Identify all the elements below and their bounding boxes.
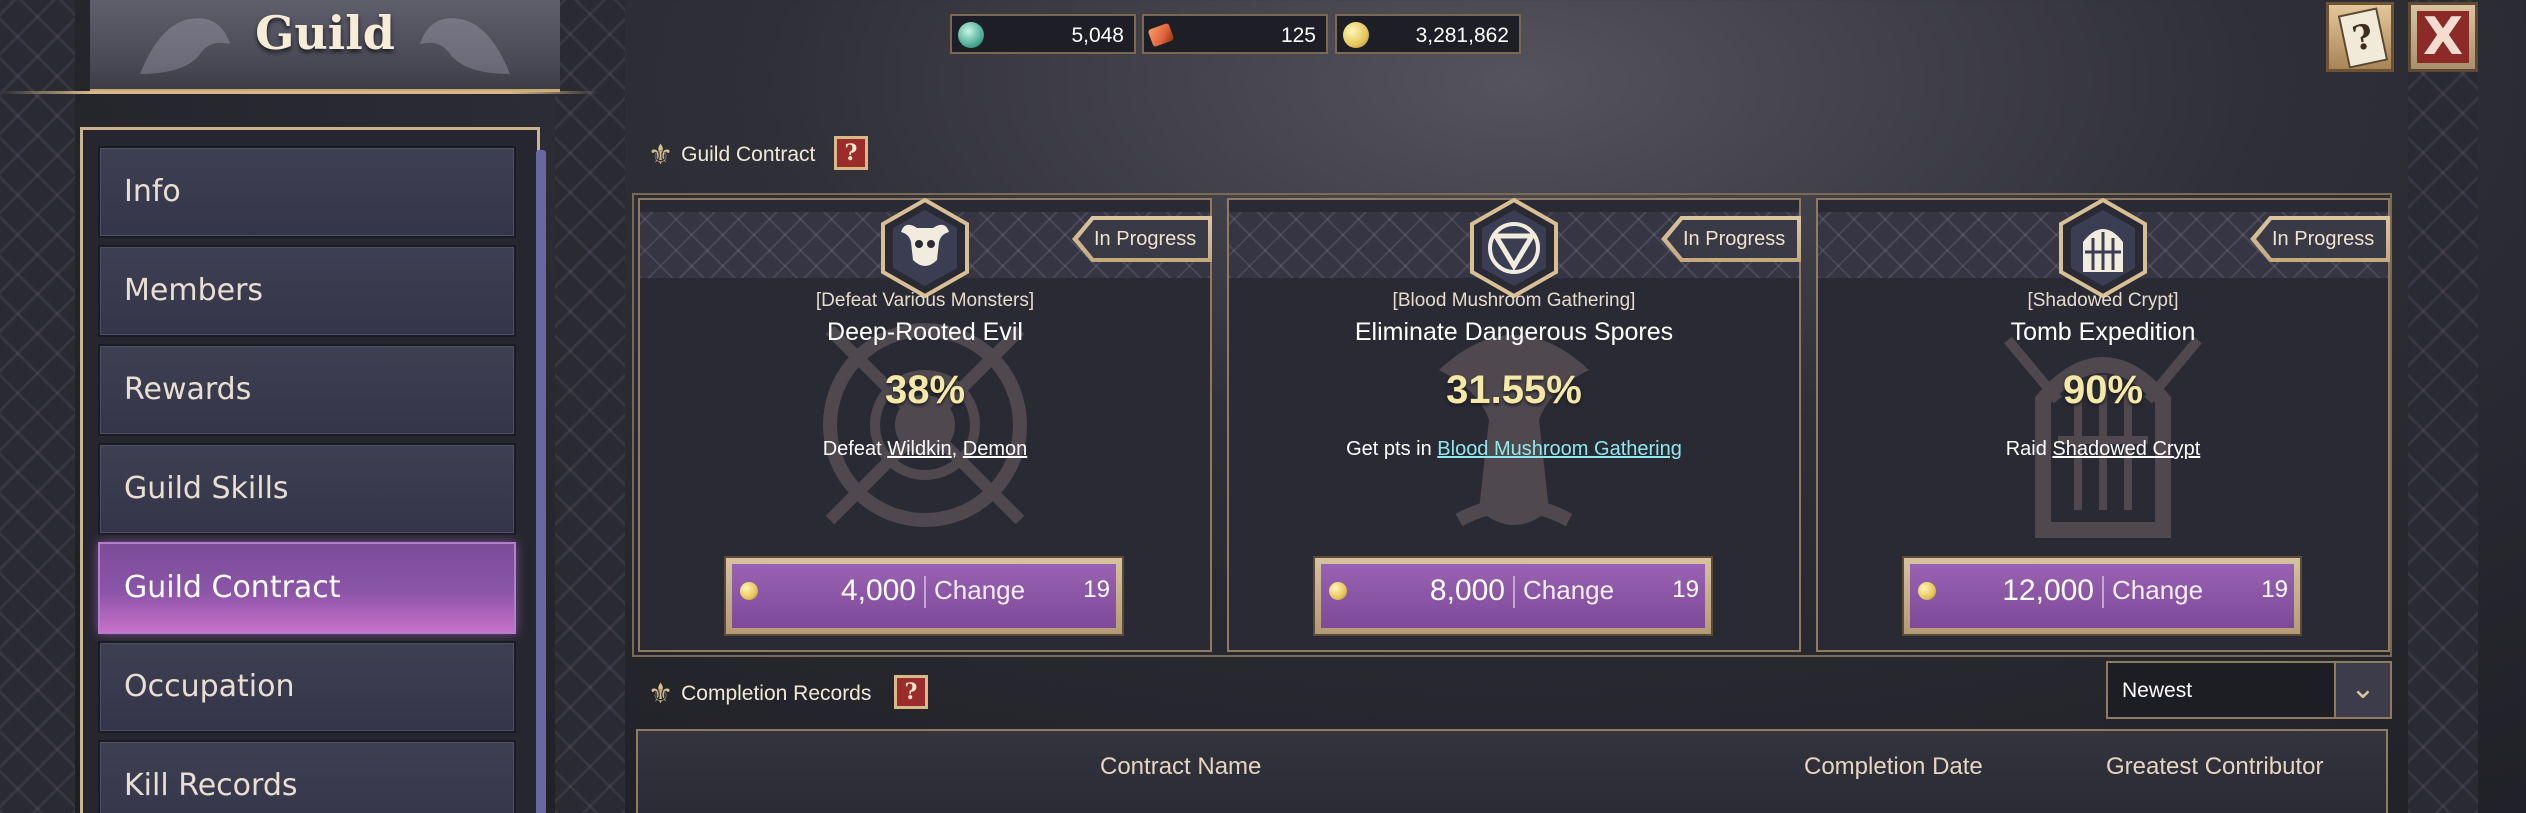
contract-card: In Progress [Defeat Various Monsters] De… <box>638 198 1212 652</box>
objective-link-shadowed-crypt[interactable]: Shadowed Crypt <box>2052 438 2200 460</box>
status-badge-label: In Progress <box>1094 228 1197 250</box>
completion-records-help-button[interactable]: ? <box>894 675 928 709</box>
change-count: 19 <box>2261 576 2288 603</box>
status-badge: In Progress <box>1661 216 1801 262</box>
change-label: Change <box>934 575 1026 605</box>
change-contract-button[interactable]: 8,000 Change 19 <box>1313 556 1713 636</box>
sidebar-item-members[interactable]: Members <box>98 245 516 337</box>
contract-progress: 31.55% <box>1446 368 1582 412</box>
left-ornament-strip <box>0 0 75 813</box>
completion-records-header: ⚜ Completion Records <box>648 677 871 710</box>
triangle-shield-icon <box>1470 198 1558 298</box>
currency-gems-value: 5,048 <box>1071 24 1124 47</box>
contract-name: Deep-Rooted Evil <box>827 318 1023 346</box>
sidebar-item-guild-contract[interactable]: Guild Contract <box>98 542 516 634</box>
sidebar-item-occupation[interactable]: Occupation <box>98 641 516 733</box>
sort-dropdown[interactable]: Newest ⌄ <box>2106 661 2392 719</box>
change-label: Change <box>1523 575 1615 605</box>
guide-book-button[interactable]: ? <box>2326 2 2394 72</box>
change-cost: 8,000 <box>1429 574 1505 607</box>
right-ornament-strip <box>2408 0 2478 813</box>
objective-separator: , <box>951 438 963 460</box>
close-icon: X <box>2417 11 2469 63</box>
chevron-down-icon[interactable]: ⌄ <box>2334 663 2390 717</box>
currency-gems: 5,048 <box>950 14 1136 54</box>
gold-coin-icon <box>740 582 758 600</box>
contract-progress: 90% <box>2062 368 2144 412</box>
status-badge: In Progress <box>2250 216 2390 262</box>
records-table-header: Contract Name Completion Date Greatest C… <box>636 729 2388 813</box>
status-badge-label: In Progress <box>1683 228 1786 250</box>
contract-category: [Defeat Various Monsters] <box>815 290 1035 311</box>
ticket-icon <box>1147 22 1175 48</box>
change-contract-button[interactable]: 12,000 Change 19 <box>1902 556 2302 636</box>
contract-progress: 38% <box>884 368 966 412</box>
currency-gold-value: 3,281,862 <box>1415 24 1509 47</box>
contract-category: [Shadowed Crypt] <box>2027 290 2179 311</box>
fleur-de-lis-icon: ⚜ <box>648 139 674 170</box>
contract-objective: Defeat Wildkin, Demon <box>640 438 1210 461</box>
objective-prefix: Defeat <box>822 438 888 460</box>
currency-tickets: 125 <box>1142 14 1328 54</box>
change-count: 19 <box>1083 576 1110 603</box>
objective-link-demon[interactable]: Demon <box>963 438 1027 460</box>
change-cost: 12,000 <box>2002 574 2094 607</box>
completion-records-label: Completion Records <box>681 682 872 705</box>
contract-name: Tomb Expedition <box>2010 318 2196 346</box>
gold-coin-icon <box>1918 582 1936 600</box>
contract-name: Eliminate Dangerous Spores <box>1354 318 1674 346</box>
contract-category: [Blood Mushroom Gathering] <box>1392 290 1636 311</box>
bull-skull-icon <box>881 198 969 298</box>
column-contract-name: Contract Name <box>1100 753 1262 780</box>
guild-contract-help-button[interactable]: ? <box>834 136 868 170</box>
objective-prefix: Raid <box>2005 438 2053 460</box>
gold-coin-icon <box>1329 582 1347 600</box>
sidebar-item-guild-skills[interactable]: Guild Skills <box>98 443 516 535</box>
title-banner: Guild <box>0 0 600 94</box>
change-divider <box>924 576 926 608</box>
sidebar-item-rewards[interactable]: Rewards <box>98 344 516 436</box>
contract-card: In Progress [Blood Mushroom Gathering] E… <box>1227 198 1801 652</box>
sidebar-scrollbar[interactable] <box>536 150 546 813</box>
fleur-de-lis-icon: ⚜ <box>648 678 674 709</box>
change-contract-button[interactable]: 4,000 Change 19 <box>724 556 1124 636</box>
currency-gold: 3,281,862 <box>1335 14 1521 54</box>
guild-contract-header: ⚜ Guild Contract <box>648 138 815 171</box>
gold-coin-icon <box>1343 22 1369 48</box>
contract-card: In Progress [Shadowed Crypt] Tomb Expedi… <box>1816 198 2390 652</box>
status-badge-label: In Progress <box>2272 228 2375 250</box>
contract-objective: Raid Shadowed Crypt <box>1818 438 2388 461</box>
sidebar-item-info[interactable]: Info <box>98 146 516 238</box>
contract-objective: Get pts in Blood Mushroom Gathering <box>1229 438 1799 461</box>
objective-link-blood-mushroom[interactable]: Blood Mushroom Gathering <box>1437 438 1682 460</box>
crypt-gate-icon <box>2059 198 2147 298</box>
change-label: Change <box>2112 575 2204 605</box>
guild-contract-header-label: Guild Contract <box>681 143 816 166</box>
left-inner-ornament-strip <box>555 0 625 813</box>
close-button[interactable]: X <box>2408 2 2478 72</box>
help-book-icon: ? <box>2337 7 2389 69</box>
change-cost: 4,000 <box>840 574 916 607</box>
status-badge: In Progress <box>1072 216 1212 262</box>
change-divider <box>1513 576 1515 608</box>
currency-tickets-value: 125 <box>1280 24 1316 47</box>
objective-link-wildkin[interactable]: Wildkin <box>887 438 951 460</box>
column-completion-date: Completion Date <box>1804 753 1983 780</box>
change-divider <box>2102 576 2104 608</box>
gem-icon <box>958 22 984 48</box>
column-greatest-contributor: Greatest Contributor <box>2106 753 2324 780</box>
objective-prefix: Get pts in <box>1346 438 1438 460</box>
change-count: 19 <box>1672 576 1699 603</box>
sort-dropdown-value: Newest <box>2122 679 2193 702</box>
page-title: Guild <box>255 6 395 60</box>
sidebar-item-kill-records[interactable]: Kill Records <box>98 740 516 813</box>
